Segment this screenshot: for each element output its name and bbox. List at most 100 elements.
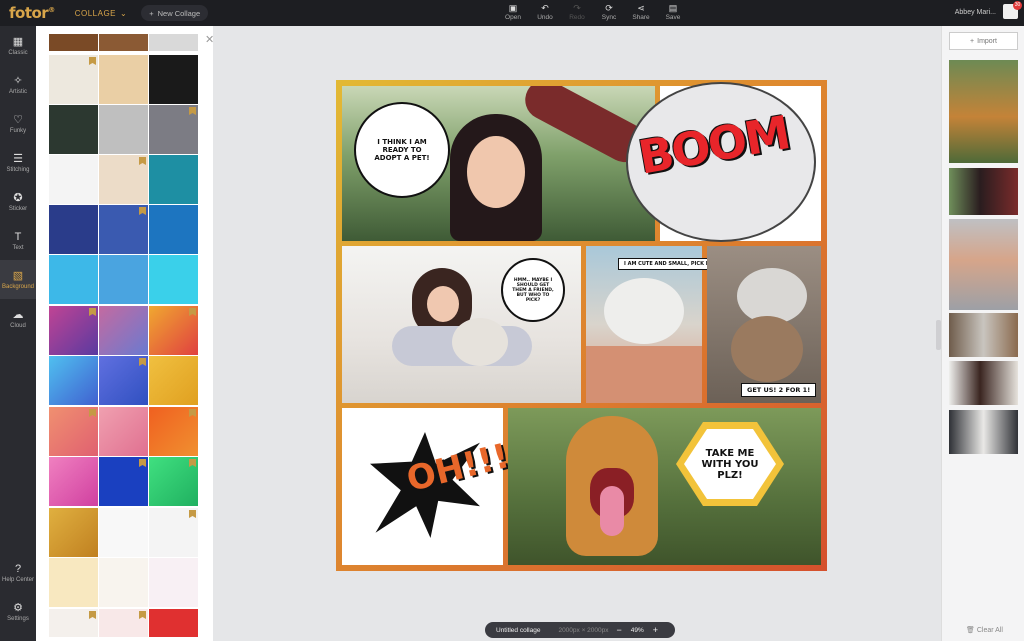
background-swatch[interactable] [149,255,198,304]
background-swatch[interactable] [149,508,198,557]
background-swatch[interactable] [149,407,198,456]
open-button[interactable]: ▣ Open [497,3,529,21]
premium-crown-icon [189,459,196,467]
clear-all-button[interactable]: 🗑 Clear All [966,626,1003,634]
background-swatch[interactable] [149,55,198,104]
collage-title[interactable]: Untitled collage [496,627,540,634]
background-swatch[interactable] [49,105,98,154]
sidebar-item-help-center[interactable]: ? Help Center [0,553,36,592]
photo-thumb-girl-cats[interactable] [949,361,1018,405]
background-swatch[interactable] [49,558,98,607]
collage-canvas[interactable]: I THINK I AM READY TO ADOPT A PET! BOOM … [336,80,827,571]
bottom-status-bar: Untitled collage 2000px × 2000px − 49% + [485,622,675,638]
sync-button[interactable]: ⟳ Sync [593,3,625,21]
background-swatch[interactable] [49,356,98,405]
sidebar-item-stitching[interactable]: ☰ Stitching [0,143,36,182]
save-button[interactable]: ▤ Save [657,3,689,21]
sidebar-item-background[interactable]: ▧ Background [0,260,36,299]
photo-thumb-girl[interactable] [949,168,1018,215]
background-swatch[interactable] [49,457,98,506]
zoom-out-button[interactable]: − [617,625,622,635]
background-swatch[interactable] [49,508,98,557]
background-swatch[interactable] [99,407,148,456]
background-swatch[interactable] [149,155,198,204]
background-swatch[interactable] [149,205,198,254]
photo-thumb-kitten[interactable] [949,410,1018,454]
speech-tag-4: GET US! 2 FOR 1! [741,383,817,397]
stitching-icon: ☰ [13,153,23,165]
background-swatch[interactable] [149,356,198,405]
background-swatch[interactable] [99,34,148,51]
photo-cell-tiger[interactable] [508,408,821,565]
speech-text-5: TAKE ME WITH YOU PLZ! [701,447,759,481]
background-swatch[interactable] [49,407,98,456]
background-swatch[interactable] [99,155,148,204]
mode-dropdown[interactable]: COLLAGE ⌄ [75,9,128,18]
photo-thumb-tiger[interactable] [949,60,1018,163]
background-swatch[interactable] [99,609,148,637]
background-swatch[interactable] [99,205,148,254]
collage-size: 2000px × 2000px [558,626,609,634]
sidebar-item-artistic[interactable]: ✧ Artistic [0,65,36,104]
redo-button[interactable]: ↷ Redo [561,3,593,21]
background-swatch[interactable] [99,508,148,557]
girl2-face [427,286,459,322]
background-swatch[interactable] [149,306,198,355]
background-swatch[interactable] [49,306,98,355]
background-swatch[interactable] [149,457,198,506]
background-swatch[interactable] [149,34,198,51]
background-swatch[interactable] [49,609,98,637]
redo-icon: ↷ [573,3,581,13]
background-swatch[interactable] [149,558,198,607]
background-swatch[interactable] [149,609,198,637]
background-swatch[interactable] [99,558,148,607]
background-swatch[interactable] [49,34,98,51]
sidebar-item-sticker[interactable]: ✪ Sticker [0,182,36,221]
zoom-in-button[interactable]: + [653,625,658,635]
user-name[interactable]: Abbey Mari... [955,9,996,16]
sidebar-item-label: Text [12,244,24,251]
sidebar-item-classic[interactable]: ▦ Classic [0,26,36,65]
sidebar-item-settings[interactable]: ⚙ Settings [0,592,36,631]
zoom-level: 49% [630,626,644,634]
share-button[interactable]: ⋖ Share [625,3,657,21]
background-swatch[interactable] [49,55,98,104]
photo-thumb-two-cats[interactable] [949,313,1018,357]
toolbar-label: Save [665,14,681,21]
fotor-logo[interactable]: fotor® [9,4,55,22]
new-collage-button[interactable]: + New Collage [141,5,209,21]
sidebar-item-label: Funky [9,128,27,134]
background-swatch[interactable] [99,306,148,355]
premium-crown-icon [189,308,196,316]
background-swatch[interactable] [149,105,198,154]
background-swatch[interactable] [49,205,98,254]
close-icon[interactable]: ✕ [205,33,214,46]
notification-badge: 30 [1013,1,1022,10]
background-swatch[interactable] [99,457,148,506]
background-swatch[interactable] [49,155,98,204]
photo-cell-two-cats[interactable] [707,246,821,403]
toolbar-label: Open [505,14,521,21]
speech-bubble-2: HMM.. MAYBE I SHOULD GET THEM A FRIEND, … [501,258,565,322]
background-swatch[interactable] [99,255,148,304]
import-button[interactable]: + Import [949,32,1018,50]
background-swatch[interactable] [99,105,148,154]
toolbar-label: Redo [569,14,585,21]
help-icon: ? [14,562,22,575]
avatar[interactable]: 30 [1003,1,1022,19]
photo-thumb-blanket-cat[interactable] [949,219,1018,310]
top-bar: fotor® COLLAGE ⌄ + New Collage ▣ Open ↶ Undo ↷… [0,0,1024,26]
background-swatch[interactable] [49,255,98,304]
sidebar-item-label: Background [1,284,35,290]
premium-crown-icon [139,157,146,165]
background-swatch[interactable] [99,55,148,104]
kitten-body [604,278,684,344]
sidebar-item-cloud[interactable]: ☁ Cloud [0,299,36,338]
toolbar: ▣ Open ↶ Undo ↷ Redo ⟳ Sync ⋖ Share ▤ Save [497,3,689,21]
speech-bubble-1: I THINK I AM READY TO ADOPT A PET! [354,102,450,198]
undo-button[interactable]: ↶ Undo [529,3,561,21]
sidebar-item-text[interactable]: T Text [0,221,36,260]
sidebar-item-funky[interactable]: ♡ Funky [0,104,36,143]
collapse-handle[interactable] [936,320,941,350]
background-swatch[interactable] [99,356,148,405]
